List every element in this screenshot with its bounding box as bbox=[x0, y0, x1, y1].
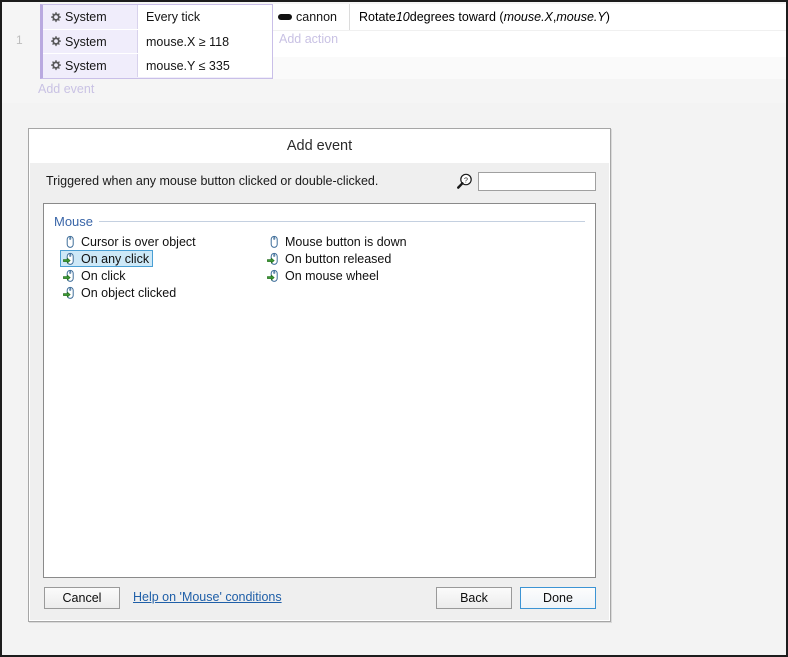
gear-icon bbox=[49, 11, 62, 24]
add-event-link[interactable]: Add event bbox=[38, 82, 94, 96]
gear-icon bbox=[49, 59, 62, 72]
mouse-trigger-icon: 0 bbox=[63, 269, 77, 283]
group-title: Mouse bbox=[54, 213, 94, 229]
list-item-label: On mouse wheel bbox=[285, 268, 379, 283]
action-text[interactable]: Rotate 10 degrees toward (mouse.X, mouse… bbox=[349, 4, 786, 30]
list-item-on-any-click[interactable]: 0 On any click bbox=[60, 250, 154, 267]
dialog-body: Triggered when any mouse button clicked … bbox=[30, 163, 609, 620]
list-item-on-object-clicked[interactable]: 0 On object clicked bbox=[60, 284, 180, 301]
cannon-icon bbox=[278, 14, 292, 20]
add-event-dialog: Add event Triggered when any mouse butto… bbox=[28, 128, 611, 622]
action-text-prefix: Rotate bbox=[359, 10, 396, 24]
condition-row[interactable]: System Every tick bbox=[43, 5, 272, 29]
condition-text[interactable]: Every tick bbox=[137, 5, 272, 29]
condition-object-label: System bbox=[65, 10, 107, 24]
list-item-cursor-is-over-object[interactable]: 0 Cursor is over object bbox=[60, 233, 200, 250]
help-link[interactable]: Help on 'Mouse' conditions bbox=[133, 590, 282, 604]
application-window: 1 System Every tick System mouse.X ≥ 118… bbox=[0, 0, 788, 657]
condition-text[interactable]: mouse.Y ≤ 335 bbox=[137, 54, 272, 77]
event-condition-list[interactable]: Mouse 0 Cursor is over object 0 Mouse bu… bbox=[43, 203, 596, 578]
condition-text[interactable]: mouse.X ≥ 118 bbox=[137, 30, 272, 53]
svg-text:?: ? bbox=[464, 177, 468, 184]
add-action-band bbox=[273, 30, 786, 57]
sheet-bottom-fill bbox=[2, 79, 786, 103]
condition-object-label: System bbox=[65, 34, 107, 49]
mouse-trigger-icon: 0 bbox=[267, 269, 281, 283]
cancel-button[interactable]: Cancel bbox=[44, 587, 120, 609]
action-object[interactable]: cannon bbox=[273, 4, 349, 30]
list-item-label: On object clicked bbox=[81, 285, 177, 300]
done-button[interactable]: Done bbox=[520, 587, 596, 609]
mouse-condition-icon: 0 bbox=[267, 235, 281, 249]
action-text-suffix: ) bbox=[605, 10, 610, 24]
condition-row[interactable]: System mouse.Y ≤ 335 bbox=[43, 53, 272, 77]
list-item-label: Cursor is over object bbox=[81, 234, 196, 249]
action-object-label: cannon bbox=[296, 10, 338, 24]
dialog-description: Triggered when any mouse button clicked … bbox=[46, 174, 379, 188]
list-item-on-button-released[interactable]: 0 On button released bbox=[264, 250, 395, 267]
gear-icon bbox=[49, 35, 62, 48]
mouse-condition-icon: 0 bbox=[63, 235, 77, 249]
group-divider bbox=[99, 220, 585, 222]
condition-object-label: System bbox=[65, 58, 107, 73]
condition-object[interactable]: System bbox=[43, 5, 137, 29]
list-item-on-click[interactable]: 0 On click bbox=[60, 267, 129, 284]
condition-row[interactable]: System mouse.X ≥ 118 bbox=[43, 29, 272, 53]
group-mouse: Mouse 0 Cursor is over object 0 Mouse bu… bbox=[54, 212, 585, 301]
action-area: cannon Rotate 10 degrees toward (mouse.X… bbox=[273, 4, 786, 79]
dialog-footer: Cancel Help on 'Mouse' conditions Back D… bbox=[30, 578, 609, 620]
list-item-label: On click bbox=[81, 268, 126, 283]
action-text-value: 10 bbox=[395, 10, 410, 24]
condition-object[interactable]: System bbox=[43, 30, 137, 53]
mouse-trigger-icon: 0 bbox=[63, 252, 77, 266]
mouse-trigger-icon: 0 bbox=[63, 286, 77, 300]
action-text-mid: degrees toward ( bbox=[409, 10, 504, 24]
action-row[interactable]: cannon Rotate 10 degrees toward (mouse.X… bbox=[273, 4, 786, 30]
group-header: Mouse bbox=[54, 212, 585, 230]
search-help-icon: ? bbox=[455, 172, 475, 192]
list-item-mouse-button-is-down[interactable]: 0 Mouse button is down bbox=[264, 233, 411, 250]
action-param-x: mouse.X bbox=[503, 10, 553, 24]
dialog-title: Add event bbox=[29, 129, 610, 163]
back-button[interactable]: Back bbox=[436, 587, 512, 609]
mouse-trigger-icon: 0 bbox=[267, 252, 281, 266]
action-param-y: mouse.Y bbox=[556, 10, 606, 24]
search-input[interactable] bbox=[478, 172, 596, 191]
list-item-label: On any click bbox=[81, 251, 150, 266]
add-action-link[interactable]: Add action bbox=[279, 32, 338, 46]
dialog-description-row: Triggered when any mouse button clicked … bbox=[30, 163, 609, 199]
group-items: 0 Cursor is over object 0 Mouse button i… bbox=[54, 233, 585, 301]
event-block[interactable]: System Every tick System mouse.X ≥ 118 S… bbox=[40, 4, 273, 79]
list-item-on-mouse-wheel[interactable]: 0 On mouse wheel bbox=[264, 267, 383, 284]
event-row-number: 1 bbox=[16, 33, 23, 47]
list-item-label: On button released bbox=[285, 251, 392, 266]
condition-object[interactable]: System bbox=[43, 54, 137, 77]
event-sheet: 1 System Every tick System mouse.X ≥ 118… bbox=[2, 2, 786, 103]
list-item-label: Mouse button is down bbox=[285, 234, 407, 249]
